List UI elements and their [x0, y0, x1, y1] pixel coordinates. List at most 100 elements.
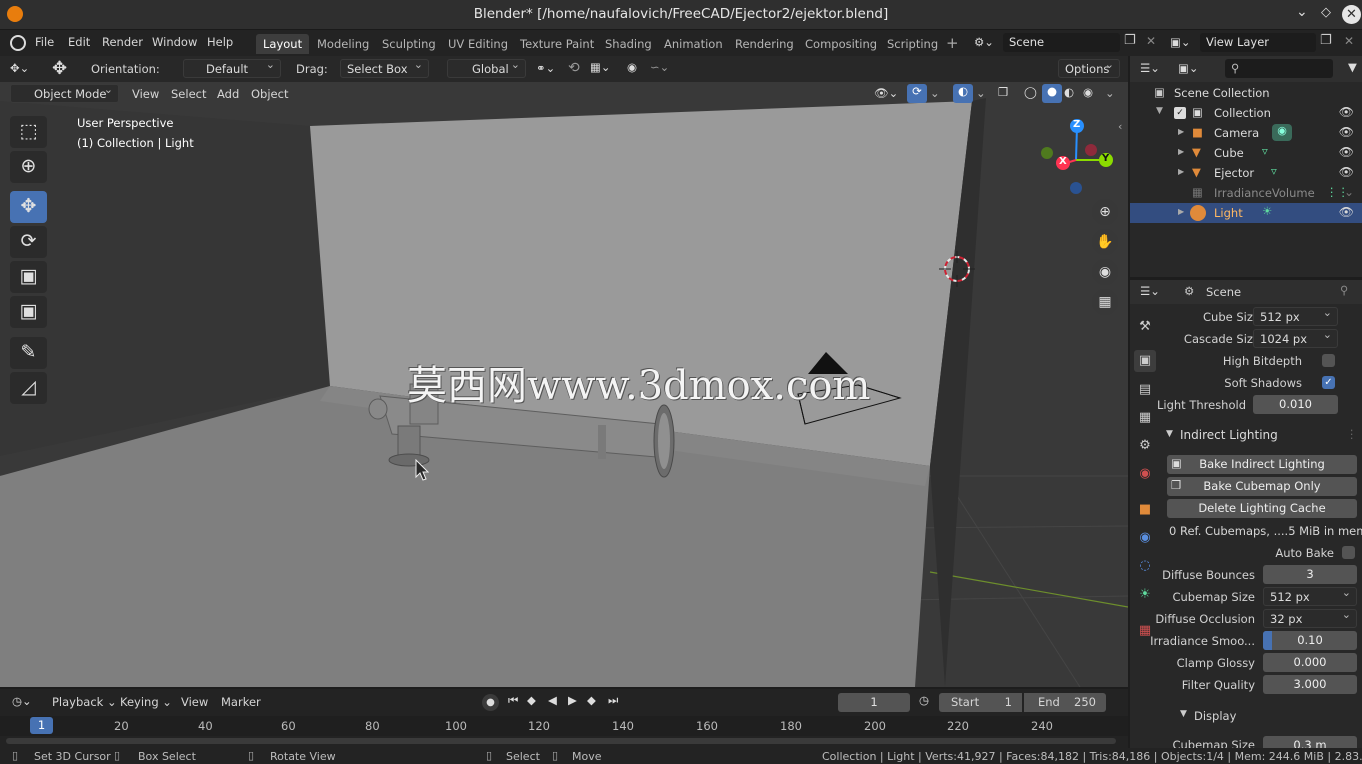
mode-dropdown[interactable]: Object Mode — [10, 83, 119, 103]
clamp-glossy-field[interactable]: 0.000 — [1263, 653, 1357, 672]
proportional-edit-icon[interactable]: ◉ — [627, 60, 637, 74]
new-scene-icon[interactable]: ❐ — [1124, 33, 1136, 48]
navigation-gizmo[interactable]: Z Y X — [1036, 116, 1120, 200]
pan-hand-icon[interactable]: ✋ — [1092, 229, 1118, 255]
object-tab-icon[interactable]: ■ — [1134, 499, 1156, 521]
viewport-menu-select[interactable]: Select — [171, 87, 206, 101]
physics-tab-icon[interactable]: ◌ — [1134, 555, 1156, 577]
bake-cubemap-only-button[interactable]: ❐ Bake Cubemap Only — [1167, 477, 1357, 496]
next-keyframe-icon[interactable]: ◆ — [587, 693, 596, 707]
menu-help[interactable]: Help — [207, 35, 233, 49]
editor-type-icon[interactable]: ✥⌄ — [10, 61, 29, 75]
visibility-icon[interactable]: 👁⌄ — [874, 86, 898, 100]
eye-icon[interactable]: 👁 — [1339, 205, 1354, 219]
filter-quality-field[interactable]: 3.000 — [1263, 675, 1357, 694]
falloff-icon[interactable]: ∽⌄ — [650, 60, 669, 74]
mesh-data-icon[interactable]: ▿ — [1271, 164, 1277, 178]
prev-keyframe-icon[interactable]: ◆ — [527, 693, 536, 707]
mesh-data-icon[interactable]: ▿ — [1262, 144, 1268, 158]
gizmo-toggle-icon[interactable]: ⟳ — [907, 84, 927, 103]
play-reverse-icon[interactable]: ◀ — [548, 693, 557, 707]
irradiance-smoothing-slider[interactable]: 0.10 — [1263, 631, 1357, 650]
expand-arrow-icon[interactable]: ▶ — [1178, 207, 1184, 216]
modifier-tab-icon[interactable]: ◉ — [1134, 527, 1156, 549]
scene-tab-icon[interactable]: ⚙ — [1134, 435, 1156, 457]
light-data-icon[interactable]: ☀ — [1262, 204, 1272, 218]
delete-lighting-cache-button[interactable]: Delete Lighting Cache — [1167, 499, 1357, 518]
timeline-menu-view[interactable]: View — [181, 695, 208, 709]
shading-options-icon[interactable]: ⌄ — [1105, 86, 1115, 100]
camera-data-icon[interactable]: ◉ — [1272, 124, 1292, 141]
gizmo-options-icon[interactable]: ⌄ — [930, 86, 940, 100]
snap-target-icon[interactable]: ▦⌄ — [590, 60, 611, 74]
expand-arrow-icon[interactable]: ▶ — [1178, 127, 1184, 136]
add-workspace-icon[interactable]: + — [946, 34, 959, 52]
filter-icon[interactable]: ▼ — [1348, 60, 1357, 74]
world-tab-icon[interactable]: ◉ — [1134, 463, 1156, 485]
scale-tool-icon[interactable]: ▣ — [10, 261, 47, 293]
timeline-menu-playback[interactable]: Playback ⌄ — [52, 695, 117, 709]
menu-window[interactable]: Window — [152, 35, 197, 49]
cube-size-dropdown[interactable]: 512 px — [1253, 306, 1338, 326]
timeline-menu-marker[interactable]: Marker — [221, 695, 261, 709]
play-icon[interactable]: ▶ — [568, 693, 577, 707]
rotate-tool-icon[interactable]: ⟳ — [10, 226, 47, 258]
transform-tool-icon[interactable]: ▣ — [10, 296, 47, 328]
expand-arrow-icon[interactable]: ▶ — [1178, 147, 1184, 156]
timeline-menu-keying[interactable]: Keying ⌄ — [120, 695, 172, 709]
output-tab-icon[interactable]: ▤ — [1134, 379, 1156, 401]
options-dropdown[interactable]: Options — [1058, 58, 1120, 78]
pivot-point-icon[interactable]: ⚭⌄ — [536, 61, 555, 75]
view-layer-icon[interactable]: ▣⌄ — [1170, 35, 1191, 49]
jump-start-icon[interactable]: ⏮ — [508, 693, 518, 708]
outliner-item-cube[interactable]: ▶ ▼ Cube ▿ 👁 — [1130, 143, 1362, 163]
eye-icon[interactable]: 👁 — [1339, 125, 1354, 139]
tab-sculpting[interactable]: Sculpting — [375, 34, 443, 54]
view-layer-tab-icon[interactable]: ▦ — [1134, 407, 1156, 429]
tab-texture-paint[interactable]: Texture Paint — [513, 34, 601, 54]
ortho-grid-icon[interactable]: ▦ — [1092, 289, 1118, 315]
eye-icon[interactable]: 👁 — [1339, 145, 1354, 159]
timeline-editor-icon[interactable]: ◷⌄ — [12, 694, 32, 708]
tab-animation[interactable]: Animation — [657, 34, 730, 54]
frame-start-field[interactable]: Start 1 — [939, 693, 1022, 712]
measure-tool-icon[interactable]: ◿ — [10, 372, 47, 404]
auto-bake-checkbox[interactable] — [1342, 546, 1355, 559]
outliner-search-input[interactable]: ⚲ — [1225, 59, 1333, 78]
menu-file[interactable]: File — [35, 35, 54, 49]
preview-range-icon[interactable]: ◷ — [919, 693, 929, 707]
scene-name-field[interactable]: Scene — [1003, 33, 1120, 52]
scene-type-icon[interactable]: ⚙⌄ — [974, 35, 994, 49]
outliner-collection[interactable]: ▼ ✓ ▣ Collection 👁 — [1130, 103, 1362, 123]
properties-editor-icon[interactable]: ☰⌄ — [1140, 284, 1160, 298]
data-tab-icon[interactable]: ☀ — [1134, 584, 1156, 606]
cascade-size-dropdown[interactable]: 1024 px — [1253, 328, 1338, 348]
display-mode-icon[interactable]: ▣⌄ — [1178, 61, 1199, 75]
viewport-menu-view[interactable]: View — [132, 87, 159, 101]
current-frame-field[interactable]: 1 — [838, 693, 910, 712]
outliner-scene-collection[interactable]: ▣ Scene Collection — [1130, 83, 1362, 103]
xray-icon[interactable]: ❐ — [998, 85, 1008, 99]
minimize-icon[interactable]: ⌄ — [1296, 4, 1308, 20]
drag-handle-icon[interactable]: ⋮⋮ — [1346, 427, 1362, 441]
delete-view-layer-icon[interactable]: ✕ — [1344, 34, 1354, 48]
eye-icon[interactable]: 👁 — [1339, 105, 1354, 119]
overlay-toggle-icon[interactable]: ◐ — [953, 84, 973, 103]
menu-render[interactable]: Render — [102, 35, 143, 49]
wireframe-shading-icon[interactable]: ◯ — [1024, 85, 1037, 99]
cursor-tool-icon[interactable]: ⊕ — [10, 151, 47, 183]
camera-view-icon[interactable]: ◉ — [1092, 259, 1118, 285]
tab-scripting[interactable]: Scripting — [880, 34, 945, 54]
outliner-item-irradiance-volume[interactable]: ▦ IrradianceVolume ⋮⋮ ⌄ — [1130, 183, 1362, 203]
close-icon[interactable]: ✕ — [1342, 5, 1361, 24]
tab-rendering[interactable]: Rendering — [728, 34, 801, 54]
outliner-item-camera[interactable]: ▶ ■ Camera ◉ 👁 — [1130, 123, 1362, 143]
menu-edit[interactable]: Edit — [68, 35, 90, 49]
viewport-menu-object[interactable]: Object — [251, 87, 288, 101]
cubemap-size-dropdown[interactable]: 512 px — [1263, 586, 1357, 606]
viewport-menu-add[interactable]: Add — [217, 87, 239, 101]
select-box-tool-icon[interactable]: ⬚ — [10, 116, 47, 148]
tab-modeling[interactable]: Modeling — [310, 34, 376, 54]
pin-icon[interactable]: ⚲ — [1340, 283, 1348, 297]
drag-dropdown[interactable]: Select Box — [340, 58, 429, 78]
